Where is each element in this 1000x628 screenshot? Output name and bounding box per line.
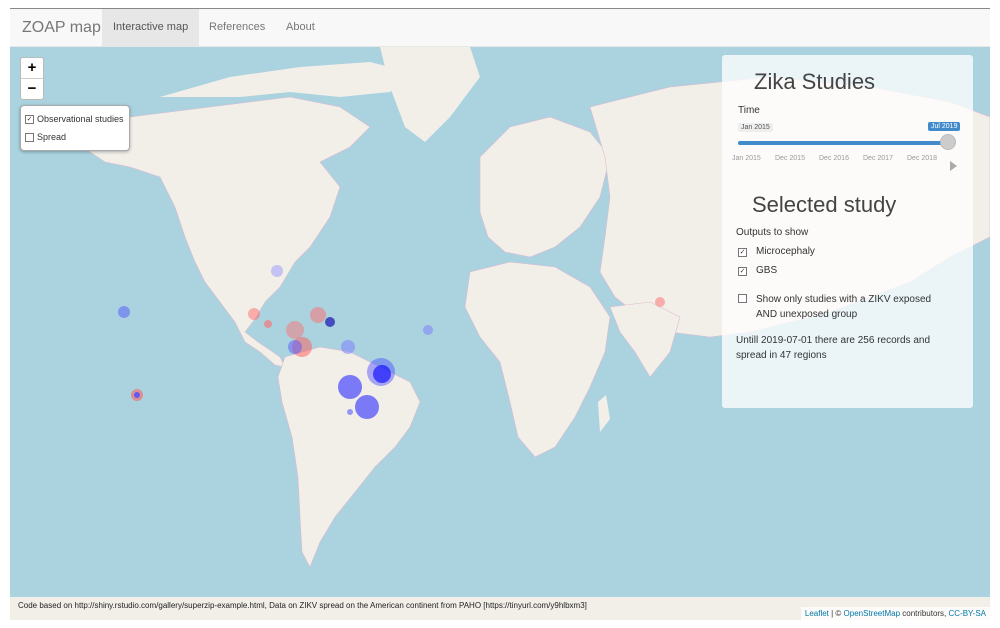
study-marker[interactable] <box>325 317 335 327</box>
study-marker[interactable] <box>286 321 304 339</box>
layers-control: ✓ Observational studies Spread <box>20 105 130 151</box>
slider-tick: Dec 2016 <box>819 155 849 162</box>
exposed-option-line1: Show only studies with a ZIKV exposed <box>756 294 932 305</box>
summary-line2: spread in 47 regions <box>736 350 827 361</box>
study-marker[interactable] <box>118 306 130 318</box>
study-marker[interactable] <box>373 365 391 383</box>
leaflet-link[interactable]: Leaflet <box>805 609 829 618</box>
output-label: GBS <box>756 265 778 276</box>
exposed-group-option[interactable]: Show only studies with a ZIKV exposed AN… <box>738 292 931 322</box>
outputs-label: Outputs to show <box>736 227 809 238</box>
zoom-control: + − <box>20 57 44 100</box>
world-map[interactable]: + − ✓ Observational studies Spread Zika … <box>10 47 990 620</box>
checkbox-icon[interactable]: ✓ <box>738 248 747 257</box>
tab-references[interactable]: References <box>198 9 276 46</box>
navbar: ZOAP map Interactive map References Abou… <box>10 9 990 47</box>
study-marker[interactable] <box>271 265 283 277</box>
slider-handle[interactable] <box>940 134 956 150</box>
time-slider[interactable] <box>738 134 956 150</box>
checkbox-icon[interactable] <box>25 132 34 142</box>
slider-to-label: Jul 2019 <box>928 122 961 131</box>
exposed-option-line2: AND unexposed group <box>756 309 858 320</box>
layer-label: Observational studies <box>37 114 124 124</box>
study-marker[interactable] <box>310 307 326 323</box>
checkbox-icon[interactable]: ✓ <box>25 114 34 124</box>
layer-spread[interactable]: Spread <box>25 131 66 143</box>
study-marker[interactable] <box>134 392 140 398</box>
study-marker[interactable] <box>264 320 272 328</box>
data-attribution: Code based on http://shiny.rstudio.com/g… <box>18 601 587 610</box>
tab-about[interactable]: About <box>275 9 326 46</box>
output-microcephaly[interactable]: ✓ Microcephaly <box>738 246 815 257</box>
play-icon[interactable] <box>950 161 957 171</box>
study-marker[interactable] <box>288 340 302 354</box>
selected-study-title: Selected study <box>752 192 897 217</box>
panel-title: Zika Studies <box>754 69 876 94</box>
slider-tick: Dec 2017 <box>863 155 893 162</box>
study-marker[interactable] <box>338 375 362 399</box>
output-label: Microcephaly <box>756 246 815 257</box>
checkbox-icon[interactable]: ✓ <box>738 267 747 276</box>
time-label: Time <box>738 105 760 116</box>
tab-interactive-map[interactable]: Interactive map <box>102 9 200 46</box>
summary-text: Untill 2019-07-01 there are 256 records … <box>736 333 961 363</box>
zoom-in-button[interactable]: + <box>21 58 43 79</box>
study-marker[interactable] <box>423 325 433 335</box>
slider-fill <box>738 141 948 145</box>
output-gbs[interactable]: ✓ GBS <box>738 265 777 276</box>
study-marker[interactable] <box>655 297 665 307</box>
slider-from-label: Jan 2015 <box>738 123 773 132</box>
layer-label: Spread <box>37 132 67 142</box>
study-marker[interactable] <box>347 409 353 415</box>
zoom-out-button[interactable]: − <box>21 79 43 99</box>
brand-title[interactable]: ZOAP map <box>22 19 101 37</box>
summary-line1: Untill 2019-07-01 there are 256 records … <box>736 335 931 346</box>
controls-panel: Zika Studies Time Jan 2015 Jul 2019 Jan … <box>722 55 973 408</box>
slider-tick: Dec 2015 <box>775 155 805 162</box>
layer-observational-studies[interactable]: ✓ Observational studies <box>25 113 124 125</box>
attribution-sep: | © <box>828 609 844 618</box>
slider-tick: Dec 2018 <box>907 155 937 162</box>
map-attribution: Leaflet | © OpenStreetMap contributors, … <box>800 607 990 620</box>
study-marker[interactable] <box>355 395 379 419</box>
slider-tick: Jan 2015 <box>732 155 761 162</box>
exposed-option-text: Show only studies with a ZIKV exposed AN… <box>756 292 931 322</box>
license-link[interactable]: CC-BY-SA <box>949 609 987 618</box>
checkbox-icon[interactable] <box>738 294 747 303</box>
study-marker[interactable] <box>341 340 355 354</box>
osm-link[interactable]: OpenStreetMap <box>844 609 900 618</box>
attribution-contributors: contributors, <box>900 609 949 618</box>
study-marker[interactable] <box>248 308 260 320</box>
